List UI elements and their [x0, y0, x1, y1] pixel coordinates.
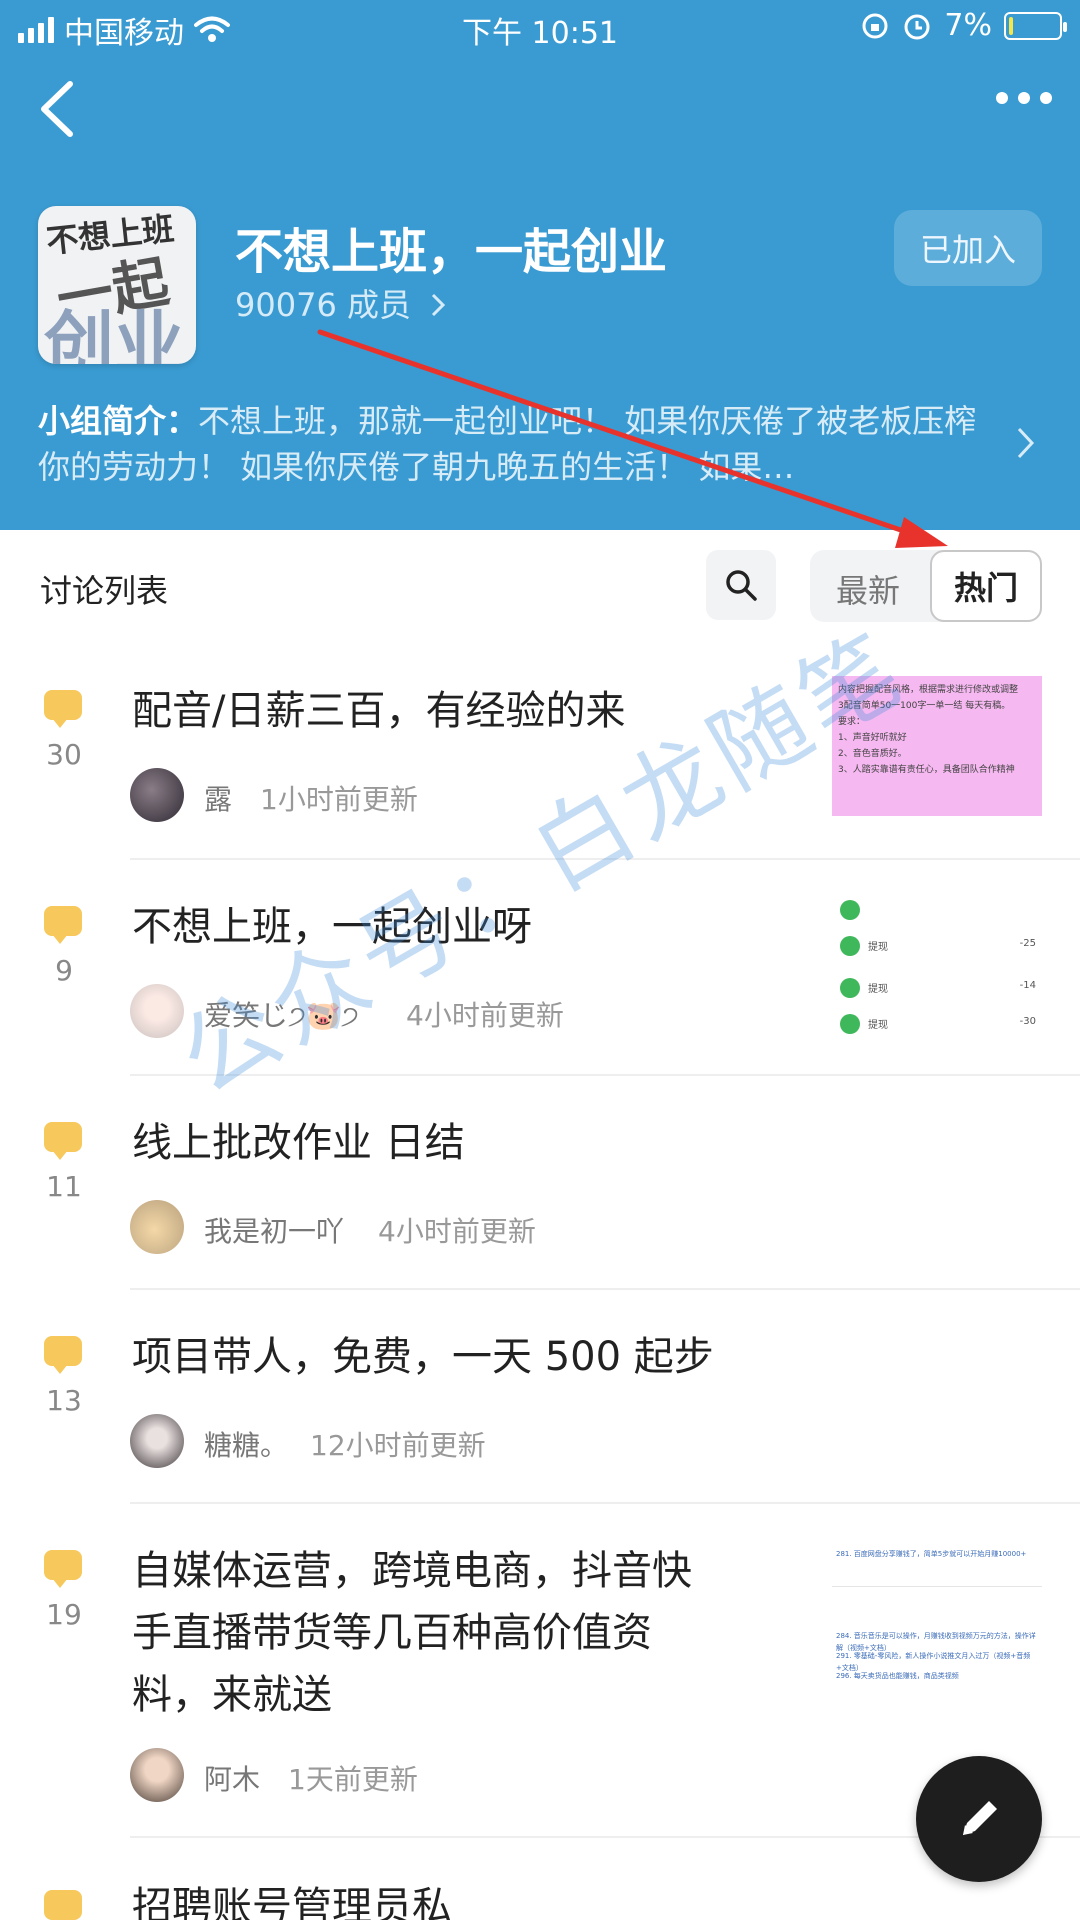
comment-icon [44, 906, 82, 944]
author-name: 露 [204, 783, 233, 816]
battery-percent: 7% [944, 8, 992, 43]
update-time: 1小时前更新 [260, 783, 418, 816]
comment-icon [44, 1550, 82, 1588]
group-title: 不想上班，一起创业 [235, 224, 668, 280]
post-title: 不想上班，一起创业呀 [132, 904, 532, 950]
members-link[interactable]: 90076 成员 [235, 280, 447, 326]
list-item[interactable]: 11 线上批改作业 日结 我是初一吖 4小时前更新 [0, 1112, 1080, 1292]
app-screen: { "status_bar": { "carrier": "中国移动", "ti… [0, 0, 1080, 1920]
avatar [130, 984, 184, 1038]
more-button[interactable] [996, 92, 1052, 104]
post-title: 配音/日薪三百，有经验的来 [132, 688, 626, 734]
comment-count: 11 [46, 1170, 82, 1203]
comment-icon [44, 1336, 82, 1374]
compose-button[interactable] [916, 1756, 1042, 1882]
update-time: 12小时前更新 [310, 1429, 486, 1462]
intro-chevron-icon[interactable] [1016, 426, 1036, 460]
group-logo: 不想上班 一起 创业 [38, 206, 196, 364]
comment-count: 13 [46, 1384, 82, 1417]
comment-icon [44, 1122, 82, 1160]
post-title: 线上批改作业 日结 [132, 1120, 465, 1166]
joined-button[interactable]: 已加入 [894, 210, 1042, 286]
group-header: 中国移动 下午 10:51 7% 不想上班 一起 创业 不想上班，一起创业 90… [0, 0, 1080, 530]
update-time: 1天前更新 [288, 1763, 418, 1796]
battery-icon [1004, 11, 1067, 40]
update-time: 4小时前更新 [378, 1215, 536, 1248]
post-title: 招聘账号管理员私 [132, 1884, 452, 1920]
list-item[interactable]: 30 配音/日薪三百，有经验的来 露 1小时前更新 内容把握配音风格，根据需求进… [0, 676, 1080, 860]
pencil-icon [963, 1801, 997, 1835]
status-bar: 中国移动 下午 10:51 7% [0, 0, 1080, 56]
post-thumbnail: 提现 -25 提现 -14 提现 -30 [832, 896, 1042, 1036]
divider [130, 858, 1080, 860]
author-name: 我是初一吖 [204, 1215, 345, 1248]
divider [130, 1288, 1080, 1290]
back-button[interactable] [30, 74, 90, 144]
comment-count: 9 [55, 954, 73, 987]
avatar [130, 1748, 184, 1802]
rotation-lock-icon [862, 13, 888, 38]
avatar [130, 1200, 184, 1254]
list-item[interactable]: 9 不想上班，一起创业呀 爱笑じ੭🐷੭ 4小时前更新 提现 -25 提现 -14… [0, 896, 1080, 1076]
comment-icon [44, 690, 82, 728]
author-name: 爱笑じ੭🐷੭ [204, 999, 359, 1032]
sort-hot-tab[interactable]: 热门 [930, 550, 1042, 622]
post-title: 项目带人，免费，一天 500 起步 [132, 1334, 714, 1380]
post-title: 自媒体运营，跨境电商，抖音快 手直播带货等几百种高价值资 料，来就送 [132, 1548, 692, 1718]
sort-newest-tab[interactable]: 最新 [836, 566, 900, 612]
post-thumbnail: 内容把握配音风格，根据需求进行修改或调整 3配音简单50一100字一单一结 每天… [832, 676, 1042, 816]
search-button[interactable] [706, 550, 776, 620]
alarm-icon [904, 14, 930, 39]
list-item[interactable]: 招聘账号管理员私 [0, 1876, 1080, 1920]
author-name: 糖糖。 [204, 1429, 289, 1462]
group-intro[interactable]: 小组简介：不想上班，那就一起创业吧！ 如果你厌倦了被老板压榨你的劳动力！ 如果你… [38, 398, 978, 490]
avatar [130, 1414, 184, 1468]
comment-count: 30 [46, 738, 82, 771]
update-time: 4小时前更新 [406, 999, 564, 1032]
list-item[interactable]: 13 项目带人，免费，一天 500 起步 糖糖。 12小时前更新 [0, 1326, 1080, 1506]
comment-count: 19 [46, 1598, 82, 1631]
divider [130, 1074, 1080, 1076]
search-icon [726, 570, 757, 601]
comment-icon [44, 1890, 82, 1920]
avatar [130, 768, 184, 822]
author-name: 阿木 [204, 1763, 261, 1796]
post-thumbnail: 281. 百度网盘分享赚钱了，简单5步就可以开始月赚10000+ 284. 音乐… [832, 1546, 1042, 1686]
discussion-list-title: 讨论列表 [40, 572, 169, 610]
list-item[interactable]: 19 自媒体运营，跨境电商，抖音快 手直播带货等几百种高价值资 料，来就送 阿木… [0, 1540, 1080, 1840]
divider [130, 1502, 1080, 1504]
chevron-right-icon [432, 293, 446, 317]
